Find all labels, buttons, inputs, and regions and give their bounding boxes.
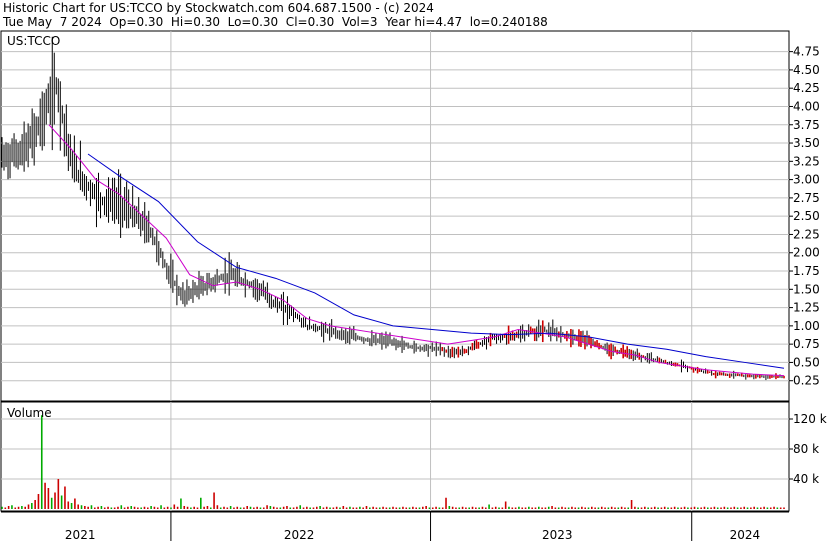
- price-tick-label: 4.50: [793, 63, 820, 77]
- price-tick-label: 3.00: [793, 173, 820, 187]
- volume-tick-label: 40 k: [793, 472, 819, 486]
- price-tick-label: 1.25: [793, 301, 820, 315]
- price-tick-label: 3.50: [793, 136, 820, 150]
- volume-panel: 40 k 80 k 120 k Volume: [0, 401, 827, 512]
- price-tick-label: 2.00: [793, 246, 820, 260]
- x-axis-year-label: 2024: [730, 528, 761, 542]
- price-tick-label: 0.75: [793, 337, 820, 351]
- volume-tick-label: 120 k: [793, 412, 827, 426]
- chart-stage: Historic Chart for US:TCCO by Stockwatch…: [0, 0, 830, 543]
- price-tick-label: 1.00: [793, 319, 820, 333]
- price-tick-label: 0.50: [793, 355, 820, 369]
- price-panel-title: US:TCCO: [7, 34, 60, 48]
- price-tick-label: 1.50: [793, 282, 820, 296]
- price-panel: 0.25 0.50 0.75 1.00 1.25 1.50 1.75 2.00 2.25 2.50…: [0, 30, 820, 402]
- price-tick-label: 2.75: [793, 191, 820, 205]
- x-axis-year-label: 2021: [65, 528, 96, 542]
- x-axis-years: 2021 2022 2023 2024: [1, 511, 789, 542]
- volume-panel-title: Volume: [7, 406, 52, 420]
- price-tick-label: 4.25: [793, 81, 820, 95]
- price-tick-label: 2.50: [793, 209, 820, 223]
- price-tick-label: 3.75: [793, 118, 820, 132]
- price-tick-label: 3.25: [793, 154, 820, 168]
- volume-axis-ticks: 40 k 80 k 120 k: [789, 412, 827, 486]
- x-axis-year-label: 2022: [284, 528, 315, 542]
- price-tick-label: 2.25: [793, 227, 820, 241]
- price-axis-ticks: 0.25 0.50 0.75 1.00 1.25 1.50 1.75 2.00 2.25 2.50…: [789, 45, 820, 388]
- volume-tick-label: 80 k: [793, 442, 819, 456]
- price-tick-label: 4.00: [793, 99, 820, 113]
- price-tick-label: 4.75: [793, 45, 820, 59]
- price-tick-label: 0.25: [793, 374, 820, 388]
- price-tick-label: 1.75: [793, 264, 820, 278]
- volume-panel-frame: [0, 401, 790, 512]
- x-axis-year-label: 2023: [542, 528, 573, 542]
- stock-chart-svg: 0.25 0.50 0.75 1.00 1.25 1.50 1.75 2.00 2.25 2.50…: [0, 30, 827, 542]
